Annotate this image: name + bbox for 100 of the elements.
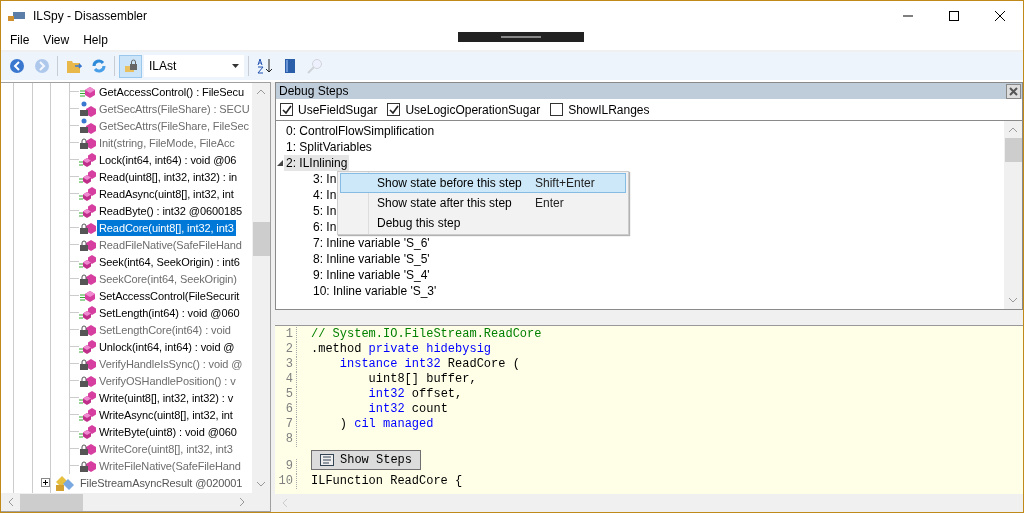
- cubes-icon: [79, 168, 97, 185]
- checkbox[interactable]: [550, 103, 564, 116]
- step-item[interactable]: 8: Inline variable 'S_5': [311, 251, 432, 267]
- step-item[interactable]: 2: ILInlining: [284, 155, 350, 171]
- step-item[interactable]: 3: In: [311, 171, 339, 187]
- line-number: 1: [275, 327, 297, 342]
- code-line: int32 count: [367, 402, 448, 416]
- panel-title: Debug Steps: [279, 83, 349, 100]
- line-number: 4: [275, 372, 297, 387]
- list-icon: [320, 454, 334, 466]
- scrollbar[interactable]: [1, 493, 270, 511]
- language-dropdown[interactable]: ILAst: [144, 55, 244, 77]
- cubes-icon: [79, 338, 97, 355]
- step-item[interactable]: 1: SplitVariables: [284, 139, 374, 155]
- step-item[interactable]: 6: In: [311, 219, 339, 235]
- scrollbar[interactable]: [275, 494, 1023, 512]
- tree-item[interactable]: Seek(int64, SeekOrigin) : int6: [97, 253, 242, 270]
- splitter[interactable]: [275, 310, 1023, 326]
- tree-item[interactable]: GetSecAttrs(FileShare, FileSec: [97, 117, 251, 134]
- scroll-down-icon: [256, 480, 266, 488]
- line-number: 7: [275, 417, 297, 432]
- scroll-left-icon: [281, 498, 289, 508]
- menu-item[interactable]: Show state after this step Enter: [340, 193, 626, 213]
- tree-item[interactable]: WriteAsync(uint8[], int32, int: [97, 406, 235, 423]
- show-steps-button[interactable]: Show Steps: [311, 450, 421, 470]
- tree-item[interactable]: SetAccessControl(FileSecurit: [97, 287, 242, 304]
- scroll-thumb[interactable]: [252, 222, 270, 256]
- step-item[interactable]: 9: Inline variable 'S_4': [311, 267, 432, 283]
- code-line: ILFunction ReadCore {: [311, 474, 463, 488]
- tree-item[interactable]: Write(uint8[], int32, int32) : v: [97, 389, 236, 406]
- code-line: // System.IO.FileStream.ReadCore: [311, 327, 542, 341]
- tree-item[interactable]: WriteByte(uint8) : void @060: [97, 423, 239, 440]
- menu-item[interactable]: Help: [76, 31, 115, 49]
- scroll-up-icon: [1008, 126, 1018, 134]
- step-item[interactable]: 7: Inline variable 'S_6': [311, 235, 432, 251]
- tree-item[interactable]: ReadByte() : int32 @0600185: [97, 202, 244, 219]
- locked-method-icon: [79, 117, 97, 134]
- line-number: 8: [275, 432, 297, 447]
- tree-item[interactable]: GetAccessControl() : FileSecu: [97, 83, 247, 100]
- menu-item[interactable]: Show state before this step Shift+Enter: [340, 173, 626, 193]
- step-item[interactable]: 0: ControlFlowSimplification: [284, 123, 437, 139]
- refresh-icon: [90, 58, 107, 74]
- line-number: 2: [275, 342, 297, 357]
- tree-item[interactable]: Init(string, FileMode, FileAcc: [97, 134, 237, 151]
- locked-method-icon: [79, 100, 97, 117]
- close-icon: [995, 10, 1005, 21]
- back-icon: [8, 58, 25, 74]
- checkbox-label: UseLogicOperationSugar: [405, 101, 541, 119]
- tree-item[interactable]: Read(uint8[], int32, int32) : in: [97, 168, 240, 185]
- tree-item[interactable]: ReadCore(uint8[], int32, int3: [97, 219, 236, 236]
- tree-item[interactable]: GetSecAttrs(FileShare) : SECU: [97, 100, 252, 117]
- cubes-icon: [79, 304, 97, 321]
- drag-handle[interactable]: [458, 32, 584, 42]
- scroll-thumb[interactable]: [20, 493, 83, 511]
- tree-item[interactable]: SetLength(int64) : void @060: [97, 304, 242, 321]
- step-item[interactable]: 10: Inline variable 'S_3': [311, 283, 439, 299]
- cubes-icon: [79, 185, 97, 202]
- close-button[interactable]: [1006, 83, 1021, 99]
- tree-item[interactable]: SeekCore(int64, SeekOrigin): [97, 270, 239, 287]
- shortcut-text: Shift+Enter: [535, 175, 596, 192]
- collapse-arrow-icon[interactable]: [276, 159, 284, 167]
- toolbar-button[interactable]: [119, 54, 142, 78]
- tree-item[interactable]: ReadAsync(uint8[], int32, int: [97, 185, 236, 202]
- code-line: .method private hidebysig: [311, 342, 492, 356]
- tree-item[interactable]: WriteCore(uint8[], int32, int3: [97, 440, 235, 457]
- tree-item[interactable]: ReadFileNative(SafeFileHand: [97, 236, 244, 253]
- code-line: uint8[] buffer,: [367, 372, 477, 386]
- checkbox[interactable]: [387, 103, 401, 116]
- tree-item[interactable]: SetLengthCore(int64) : void: [97, 321, 233, 338]
- line-number: 9: [275, 459, 297, 474]
- scrollbar[interactable]: [1004, 121, 1022, 309]
- line-number: 10: [275, 474, 297, 489]
- class-icon: [54, 473, 76, 492]
- cubes-icon: [79, 389, 97, 406]
- scrollbar[interactable]: [252, 83, 270, 493]
- checkbox[interactable]: [280, 103, 293, 116]
- code-line: int32 offset,: [367, 387, 463, 401]
- tree-item[interactable]: WriteFileNative(SafeFileHand: [97, 457, 243, 474]
- menu-item[interactable]: Debug this step: [340, 213, 626, 233]
- forward-icon: [33, 58, 50, 74]
- scroll-down-icon: [1008, 296, 1018, 304]
- tree-item[interactable]: Lock(int64, int64) : void @06: [97, 151, 239, 168]
- checkbox-label: UseFieldSugar: [298, 101, 378, 119]
- expand-icon[interactable]: [41, 478, 50, 487]
- step-item[interactable]: 4: In: [311, 187, 339, 203]
- tree-item[interactable]: VerifyOSHandlePosition() : v: [97, 372, 238, 389]
- shortcut-text: Enter: [535, 195, 565, 212]
- menu-item[interactable]: View: [36, 31, 77, 49]
- line-number: 3: [275, 357, 297, 372]
- folder-icon: [65, 58, 82, 74]
- lock-icon: [122, 58, 139, 74]
- step-item[interactable]: 5: In: [311, 203, 339, 219]
- menu-item[interactable]: File: [3, 31, 37, 49]
- cubes-icon: [79, 151, 97, 168]
- sort-icon: [256, 58, 273, 74]
- tree-item[interactable]: FileStreamAsyncResult @020001: [78, 474, 245, 491]
- cubes-icon: [79, 202, 97, 219]
- tree-item[interactable]: VerifyHandleIsSync() : void @: [97, 355, 245, 372]
- tree-item[interactable]: Unlock(int64, int64) : void @: [97, 338, 237, 355]
- scroll-thumb[interactable]: [1004, 138, 1022, 162]
